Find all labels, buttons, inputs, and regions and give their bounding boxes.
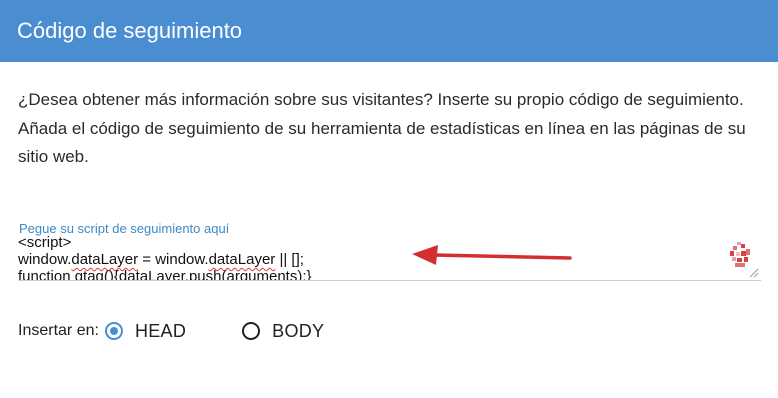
spellcheck-word: dataLayer	[71, 251, 139, 268]
code-token: || [];	[275, 251, 304, 268]
radio-label-head: HEAD	[134, 320, 187, 341]
radio-option-head[interactable]: HEAD	[104, 320, 187, 342]
resize-handle-icon[interactable]	[749, 268, 759, 278]
code-line-1: <script>	[18, 234, 72, 251]
dialog-header: Código de seguimiento	[0, 0, 778, 62]
code-token: window.	[18, 251, 72, 268]
description-text: ¿Desea obtener más información sobre sus…	[18, 90, 746, 166]
code-line-3: function gtag(){dataLayer.push(arguments…	[18, 268, 312, 281]
arrow-left-icon	[412, 245, 572, 265]
radio-option-body[interactable]: BODY	[242, 321, 324, 342]
insert-location-group: Insertar en: HEAD BODY	[18, 318, 324, 344]
dialog-title: Código de seguimiento	[17, 18, 243, 43]
radio-label-body: BODY	[272, 320, 325, 341]
spellcheck-word: dataLayer	[208, 251, 276, 268]
insert-label: Insertar en:	[18, 322, 99, 339]
radio-checked-icon[interactable]	[104, 322, 123, 340]
recaptcha-icon	[730, 242, 750, 267]
radio-unchecked-icon[interactable]	[242, 322, 261, 340]
code-token: = window.	[138, 251, 209, 268]
code-line-2: window.dataLayer = window.dataLayer || […	[18, 251, 761, 268]
tracking-script-textarea[interactable]: <script> window.dataLayer = window.dataL…	[18, 234, 761, 281]
